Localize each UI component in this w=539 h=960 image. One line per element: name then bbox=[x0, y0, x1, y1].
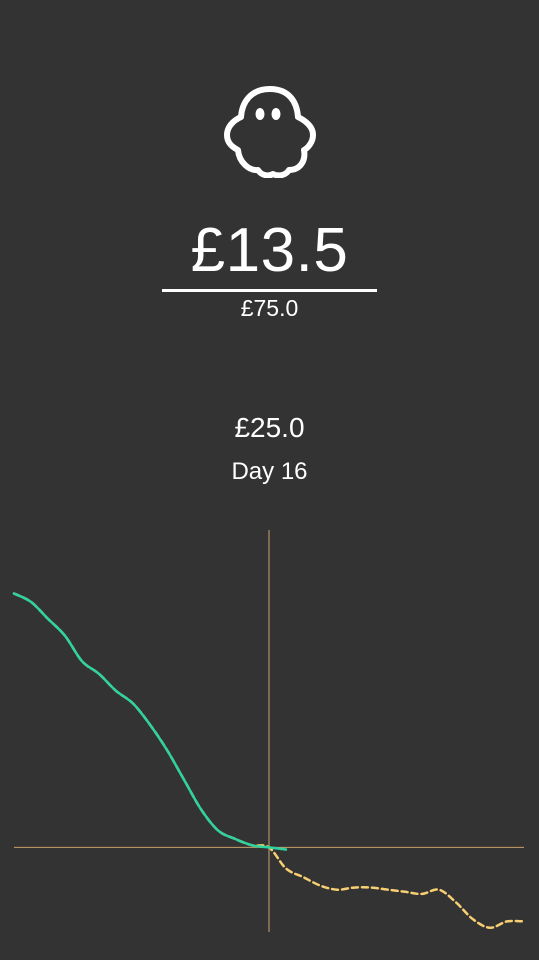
ghost-icon-svg bbox=[223, 86, 316, 178]
spending-chart[interactable] bbox=[0, 528, 539, 938]
total-budget: £75.0 bbox=[240, 295, 299, 321]
ghost-left-eye bbox=[255, 108, 264, 120]
selected-day-label: Day 16 bbox=[231, 458, 308, 485]
ghost-icon bbox=[0, 84, 539, 178]
actual-spending-line bbox=[12, 592, 288, 851]
balance-divider bbox=[162, 289, 377, 292]
selected-day-amount: £25.0 bbox=[234, 412, 305, 443]
remaining-balance: £13.5 bbox=[190, 216, 349, 285]
ghost-right-eye bbox=[271, 108, 280, 120]
